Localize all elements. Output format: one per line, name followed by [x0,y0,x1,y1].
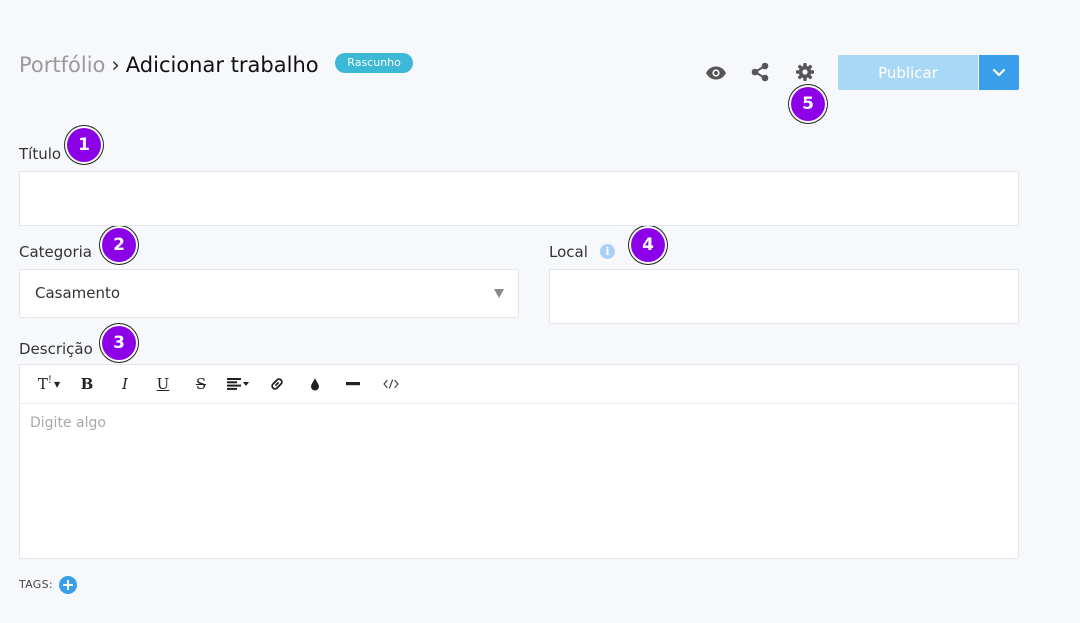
horizontal-rule-icon [346,382,360,386]
underline-button[interactable]: U [144,365,182,403]
settings-button[interactable] [792,59,818,85]
page-title: Adicionar trabalho [125,53,319,77]
align-button[interactable] [220,365,258,403]
link-button[interactable] [258,365,296,403]
italic-button[interactable]: I [106,365,144,403]
category-select[interactable]: Casamento [19,269,519,318]
title-input[interactable] [20,172,1018,225]
description-editor: T ! ▼ B I U S Digite algo [19,364,1019,559]
strikethrough-label: S [195,375,207,393]
bold-label: B [80,375,94,393]
description-label: Descrição [19,340,93,358]
breadcrumb: Portfólio › Adicionar trabalho Rascunho [19,50,413,80]
editor-toolbar: T ! ▼ B I U S [20,365,1018,404]
share-icon [751,62,769,82]
italic-label: I [122,375,128,393]
step-marker-4: 4 [631,228,665,262]
dropdown-arrow-icon [494,289,504,298]
horizontal-rule-button[interactable] [334,365,372,403]
preview-button[interactable] [703,60,729,86]
location-label: Local [549,243,588,261]
title-label: Título [19,145,62,163]
tags-label: TAGS: [19,578,53,591]
chevron-down-icon [992,68,1006,77]
category-selected-value: Casamento [35,284,121,302]
color-button[interactable] [296,365,334,403]
link-icon [271,378,283,390]
eye-icon [706,66,726,80]
bold-button[interactable]: B [68,365,106,403]
code-view-button[interactable] [372,365,410,403]
gear-icon [796,63,814,81]
text-size-icon: ! [47,374,52,386]
location-field [549,269,1019,324]
publish-button[interactable]: Publicar [838,55,978,90]
step-marker-2: 2 [102,228,136,262]
step-marker-5: 5 [791,87,825,121]
step-marker-1: 1 [67,128,101,162]
caret-down-icon: ▼ [53,379,61,389]
text-style-button[interactable]: T ! ▼ [30,365,68,403]
breadcrumb-separator: › [111,53,120,77]
plus-icon [63,580,73,590]
share-button[interactable] [747,59,773,85]
info-icon[interactable]: i [600,244,615,259]
align-left-icon [227,378,249,390]
text-style-label: T [37,375,48,393]
location-input[interactable] [550,270,1018,323]
strikethrough-button[interactable]: S [182,365,220,403]
drop-icon [311,377,319,390]
description-placeholder[interactable]: Digite algo [30,415,106,431]
code-icon [383,379,399,389]
step-marker-3: 3 [102,326,136,360]
add-tag-button[interactable] [59,576,77,594]
category-label: Categoria [19,243,93,261]
title-field [19,171,1019,226]
publish-options-button[interactable] [979,55,1019,90]
status-badge: Rascunho [335,53,413,73]
underline-label: U [156,375,170,393]
breadcrumb-portfolio-link[interactable]: Portfólio [19,53,105,77]
